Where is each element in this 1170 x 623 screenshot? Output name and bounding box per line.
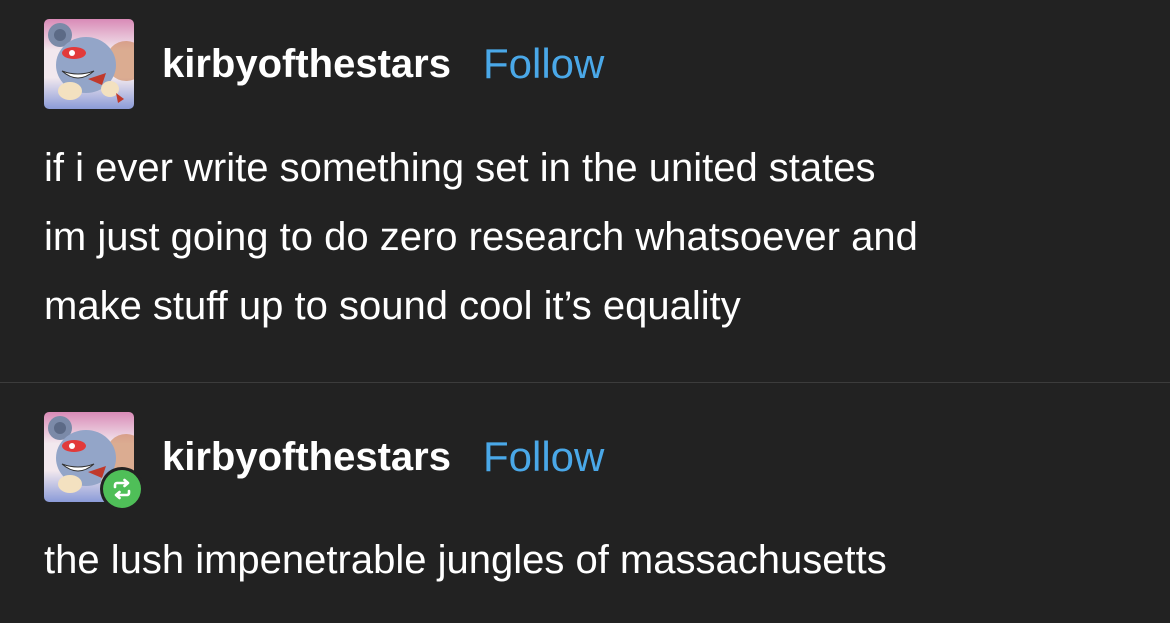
post-reblog: kirbyofthestars Follow the lush impenetr… xyxy=(0,383,1170,623)
post-header: kirbyofthestars Follow xyxy=(44,411,604,511)
username[interactable]: kirbyofthestars xyxy=(162,435,451,480)
reblog-badge xyxy=(100,467,144,511)
follow-button[interactable]: Follow xyxy=(483,40,604,88)
post-body-line: im just going to do zero research whatso… xyxy=(44,215,918,259)
post-body-line: if i ever write something set in the uni… xyxy=(44,146,876,190)
post-body-line: the lush impenetrable jungles of massach… xyxy=(44,538,887,582)
avatar-wrap[interactable] xyxy=(44,19,134,109)
post-body: the lush impenetrable jungles of massach… xyxy=(44,526,1134,595)
avatar-wrap[interactable] xyxy=(44,412,144,511)
avatar[interactable] xyxy=(44,19,134,109)
username[interactable]: kirbyofthestars xyxy=(162,42,451,87)
reblog-icon xyxy=(103,470,141,508)
post-body-line: make stuff up to sound cool it’s equalit… xyxy=(44,284,741,328)
follow-button[interactable]: Follow xyxy=(483,433,604,481)
post-header: kirbyofthestars Follow xyxy=(44,18,604,110)
post-original: kirbyofthestars Follow if i ever write s… xyxy=(0,0,1170,382)
post-body: if i ever write something set in the uni… xyxy=(44,134,1134,341)
